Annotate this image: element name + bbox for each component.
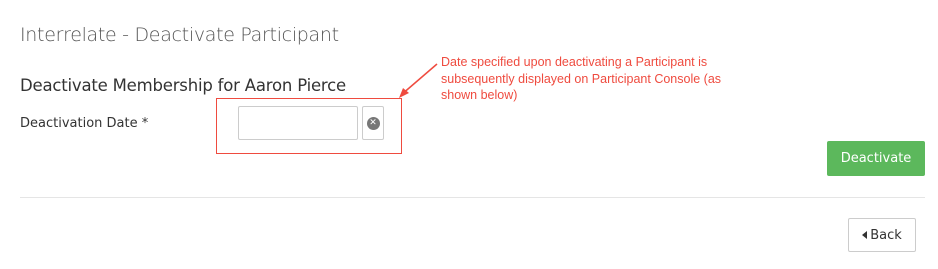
section-title: Deactivate Membership for Aaron Pierce <box>20 76 346 95</box>
annotation-arrow-icon <box>399 63 438 98</box>
divider <box>20 197 925 198</box>
back-button[interactable]: Back <box>848 218 916 252</box>
annotation-note: Date specified upon deactivating a Parti… <box>441 55 722 102</box>
back-button-label: Back <box>870 227 902 243</box>
caret-left-icon <box>862 231 868 239</box>
annotation-highlight-box <box>216 98 402 154</box>
deactivation-date-label: Deactivation Date * <box>20 116 149 131</box>
deactivate-button[interactable]: Deactivate <box>827 141 925 176</box>
page-title: Interrelate - Deactivate Participant <box>20 24 339 46</box>
